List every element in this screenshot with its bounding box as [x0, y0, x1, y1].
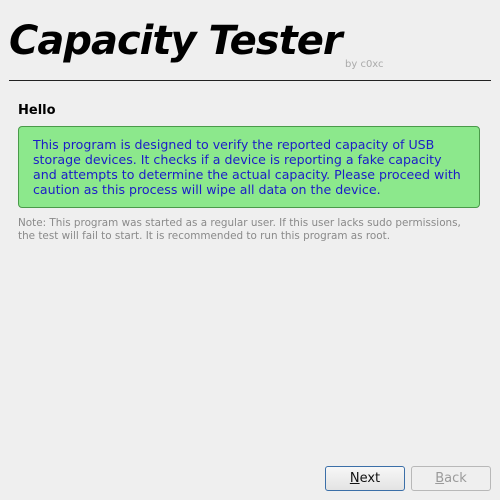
back-button-label: ack — [444, 471, 467, 486]
app-header: Capacity Tester by c0xc — [9, 14, 491, 81]
app-byline: by c0xc — [345, 59, 384, 70]
note-text: Note: This program was started as a regu… — [18, 217, 461, 242]
back-button-mnemonic: B — [435, 471, 445, 486]
page-heading: Hello — [18, 103, 56, 118]
info-text: This program is designed to verify the r… — [33, 137, 461, 197]
app-title: Capacity Tester — [9, 18, 343, 64]
next-button-label: ext — [359, 471, 381, 486]
back-button[interactable]: Back — [411, 466, 491, 491]
info-box: This program is designed to verify the r… — [18, 126, 480, 208]
next-button-mnemonic: N — [349, 471, 360, 486]
next-button[interactable]: Next — [325, 466, 405, 491]
wizard-window: Capacity Tester by c0xc Hello This progr… — [0, 0, 500, 500]
